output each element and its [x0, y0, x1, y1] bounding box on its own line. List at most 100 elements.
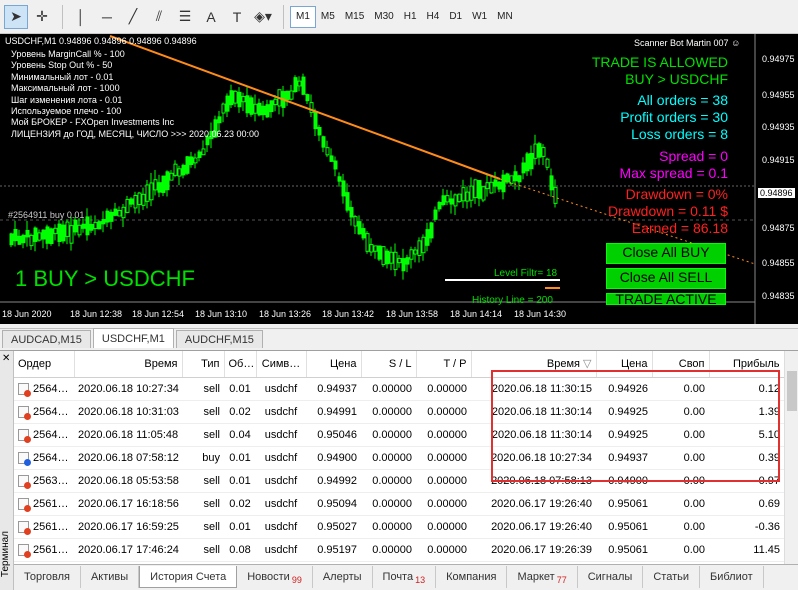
table-row[interactable]: 2564… 2020.06.18 10:27:34 sell 0.01 usdchf 0.…	[14, 377, 784, 401]
candle-body	[333, 160, 338, 170]
tab-mail[interactable]: Почта 13	[373, 566, 437, 588]
tab-alerts[interactable]: Алерты	[313, 566, 373, 588]
col-header-open-time[interactable]: Время	[74, 351, 183, 378]
candle-body	[381, 246, 386, 266]
vertical-line-icon[interactable]: │	[69, 5, 93, 29]
cell-open-time: 2020.06.17 16:59:25	[74, 515, 182, 539]
tab-trade[interactable]: Торговля	[14, 566, 81, 588]
order-cell: 2563…	[18, 474, 70, 489]
cell-volume: 0.01	[224, 469, 256, 493]
cell-type: sell	[182, 492, 224, 516]
label-icon[interactable]: T	[225, 5, 249, 29]
tab-assets[interactable]: Активы	[81, 566, 140, 588]
col-header-order[interactable]: Ордер	[14, 351, 75, 378]
candle-body	[285, 90, 290, 101]
chart-symbol-header: USDCHF,M1 0.94896 0.94896 0.94896 0.9489…	[5, 36, 197, 46]
trade-active-button[interactable]: TRADE ACTIVE	[606, 293, 726, 305]
cell-symbol: usdchf	[256, 492, 306, 516]
candle-body	[485, 182, 490, 190]
timeframe-mn[interactable]: MN	[492, 6, 518, 28]
table-row[interactable]: 2561… 2020.06.17 16:18:56 sell 0.02 usdchf 0.…	[14, 492, 784, 516]
candle-body	[161, 175, 166, 193]
table-row[interactable]: 2563… 2020.06.18 05:53:58 sell 0.01 usdchf 0.…	[14, 469, 784, 493]
timeframe-h4[interactable]: H4	[422, 6, 445, 28]
table-row[interactable]: 2561… 2020.06.17 16:59:25 sell 0.01 usdchf 0.…	[14, 515, 784, 539]
col-header-open-price[interactable]: Цена	[306, 351, 362, 378]
candle-body	[29, 234, 34, 247]
cursor-icon[interactable]: ➤	[4, 4, 28, 29]
table-row[interactable]: 2564… 2020.06.18 11:05:48 sell 0.04 usdchf 0.…	[14, 423, 784, 447]
col-header-type[interactable]: Тип	[182, 351, 225, 378]
candle-body	[165, 171, 170, 191]
timeframe-w1[interactable]: W1	[467, 6, 492, 28]
cell-close-price: 0.95061	[596, 492, 652, 516]
col-header-close-time[interactable]: Время ▽	[471, 351, 597, 378]
timeframe-h1[interactable]: H1	[399, 6, 422, 28]
timeframe-m1[interactable]: M1	[290, 5, 316, 28]
cell-stop-loss: 0.00000	[361, 377, 416, 401]
chart-tab-audcad[interactable]: AUDCAD,M15	[2, 330, 91, 348]
time-axis-label: 18 Jun 12:54	[132, 309, 185, 319]
table-scrollbar[interactable]	[784, 351, 798, 564]
cell-volume: 0.02	[224, 492, 256, 516]
cell-type: sell	[182, 423, 224, 447]
fibonacci-icon[interactable]: ☰	[173, 5, 197, 29]
col-header-profit[interactable]: Прибыль	[709, 351, 784, 378]
tab-library[interactable]: Библиот	[700, 566, 764, 588]
candle-body	[501, 174, 506, 193]
cell-order: 2564…	[14, 377, 74, 401]
cell-take-profit: 0.00000	[416, 400, 471, 424]
tab-market[interactable]: Маркет 77	[507, 566, 578, 588]
col-header-swap[interactable]: Своп	[652, 351, 710, 378]
tab-label: Торговля	[24, 571, 70, 583]
order-cell: 2561…	[18, 497, 70, 512]
close-all-buy-button[interactable]: Close All BUY	[606, 243, 726, 264]
cell-close-time: 2020.06.17 19:26:40	[471, 492, 596, 516]
candle-body	[37, 232, 42, 241]
horizontal-line-icon[interactable]: ─	[95, 5, 119, 29]
candle-body	[349, 207, 354, 218]
scrollbar-thumb[interactable]	[787, 371, 797, 411]
tab-company[interactable]: Компания	[436, 566, 508, 588]
timeframe-d1[interactable]: D1	[444, 6, 467, 28]
shapes-icon[interactable]: ◈▾	[251, 5, 275, 29]
candle-body	[529, 152, 534, 170]
cell-order: 2561…	[14, 492, 74, 516]
channel-icon[interactable]: ⫽	[147, 5, 171, 29]
close-all-sell-button[interactable]: Close All SELL	[606, 268, 726, 289]
timeframe-m30[interactable]: M30	[369, 6, 398, 28]
timeframe-m5[interactable]: M5	[316, 6, 340, 28]
chart-tabs: AUDCAD,M15 USDCHF,M1 AUDCHF,M15	[0, 328, 798, 348]
timeframe-m15[interactable]: M15	[340, 6, 369, 28]
tab-news[interactable]: Новости 99	[237, 566, 313, 588]
table-row[interactable]: 2564… 2020.06.18 07:58:12 buy 0.01 usdchf 0.9…	[14, 446, 784, 470]
cell-type: sell	[182, 469, 224, 493]
col-header-take-profit[interactable]: T / P	[416, 351, 472, 378]
chart-tab-usdchf[interactable]: USDCHF,M1	[92, 328, 174, 348]
candle-body	[361, 228, 366, 239]
chart-tab-audchf[interactable]: AUDCHF,M15	[175, 330, 263, 348]
crosshair-icon[interactable]: ✛	[30, 5, 54, 29]
trendline-icon[interactable]: ╱	[121, 5, 145, 29]
col-header-close-price[interactable]: Цена	[596, 351, 653, 378]
tab-articles[interactable]: Статьи	[643, 566, 700, 588]
col-header-symbol[interactable]: Симв…	[256, 351, 307, 378]
text-icon[interactable]: A	[199, 5, 223, 29]
cell-symbol: usdchf	[256, 515, 306, 539]
candle-body	[481, 186, 486, 201]
tab-account-history[interactable]: История Счета	[139, 566, 238, 588]
table-row[interactable]: 2564… 2020.06.18 10:31:03 sell 0.02 usdchf 0.…	[14, 400, 784, 424]
cell-open-price: 0.94992	[306, 469, 361, 493]
close-icon[interactable]: ✕	[2, 353, 10, 364]
tab-signals[interactable]: Сигналы	[578, 566, 644, 588]
table-row[interactable]: 2561… 2020.06.17 17:46:24 sell 0.08 usdchf 0.…	[14, 538, 784, 562]
price-chart[interactable]: USDCHF,M1 0.94896 0.94896 0.94896 0.9489…	[0, 34, 798, 324]
col-header-volume[interactable]: Об…	[224, 351, 257, 378]
col-header-stop-loss[interactable]: S / L	[361, 351, 417, 378]
tab-label: Новости	[247, 571, 290, 583]
price-axis-label: 0.94975	[762, 54, 795, 64]
candle-body	[329, 155, 334, 162]
cell-order: 2564…	[14, 423, 74, 447]
candle-body	[513, 171, 518, 182]
cell-open-time: 2020.06.18 05:53:58	[74, 469, 182, 493]
